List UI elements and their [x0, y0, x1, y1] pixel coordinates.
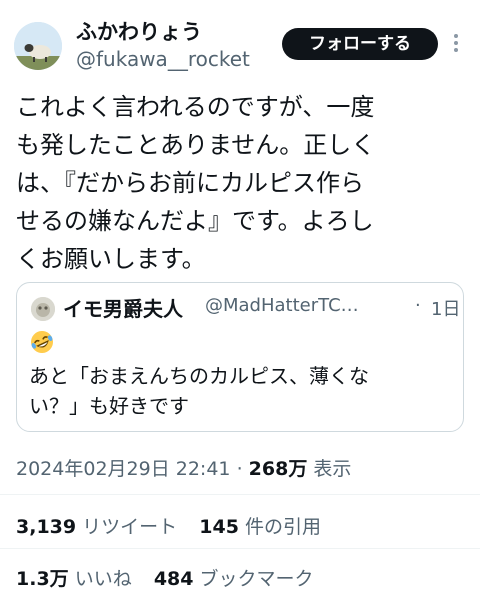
more-dot [454, 48, 458, 52]
quotes-count: 145 [199, 516, 239, 538]
retweets-stat[interactable]: 3,139 リツイート [16, 516, 183, 538]
quotes-stat[interactable]: 145 件の引用 [199, 516, 321, 538]
quote-timestamp[interactable]: 1日 [431, 295, 460, 321]
likes-stat[interactable]: 1.3万 いいね [16, 568, 138, 590]
tweet-timestamp[interactable]: 2024年02月29日 22:41 [16, 458, 231, 480]
quote-author-name[interactable]: イモ男爵夫人 [63, 293, 183, 322]
follow-button[interactable]: フォローする [282, 28, 438, 60]
more-vertical-icon[interactable] [452, 34, 460, 54]
tweet-header: ふかわりょう @fukawa__rocket フォローする [0, 0, 480, 80]
likes-count: 1.3万 [16, 568, 69, 590]
likes-label: いいね [74, 568, 132, 590]
divider [0, 548, 480, 549]
quote-avatar-icon [31, 297, 55, 321]
author-display-name[interactable]: ふかわりょう [76, 16, 202, 46]
author-avatar[interactable] [14, 22, 62, 70]
more-dot [454, 34, 458, 38]
likes-bookmarks-row: 1.3万 いいね 484 ブックマーク [16, 564, 314, 591]
divider [0, 494, 480, 495]
quote-text-line: い？」も好きです [29, 394, 189, 418]
quoted-tweet-card[interactable]: イモ男爵夫人 @MadHatterTC… · 1日 あと「おまえんちのカルピス、… [16, 282, 464, 432]
quote-author-avatar[interactable] [31, 297, 55, 321]
tweet-meta: 2024年02月29日 22:41 · 268万 表示 [16, 454, 351, 481]
more-dot [454, 41, 458, 45]
quotes-label: 件の引用 [244, 516, 321, 538]
quote-author-handle[interactable]: @MadHatterTC… [205, 295, 359, 316]
retweets-label: リツイート [82, 516, 178, 538]
quote-text: あと「おまえんちのカルピス、薄くな い？」も好きです [29, 361, 459, 421]
views-count: 268万 [248, 458, 308, 480]
quote-separator: · [415, 295, 421, 316]
views-label: 表示 [313, 458, 352, 480]
bookmarks-label: ブックマーク [199, 568, 314, 590]
meta-separator: · [236, 458, 243, 480]
bookmarks-stat[interactable]: 484 ブックマーク [154, 568, 314, 590]
tweet-text-line: も発したことありません。正しく [16, 131, 376, 159]
tweet-text: これよく言われるのですが、一度 も発したことありません。正しく は、『だからお前… [16, 88, 466, 278]
quote-text-line: あと「おまえんちのカルピス、薄くな [29, 364, 369, 388]
rolling-laughing-emoji-icon [29, 329, 55, 355]
tweet-text-line: は、『だからお前にカルピス作ら [16, 169, 364, 197]
bookmarks-count: 484 [153, 568, 194, 590]
tweet-text-line: これよく言われるのですが、一度 [16, 93, 375, 121]
engagement-stats-row: 3,139 リツイート 145 件の引用 [16, 512, 321, 539]
sheep-avatar-icon [14, 22, 62, 70]
tweet-text-line: くお願いします。 [16, 245, 206, 273]
tweet-text-line: せるの嫌なんだよ』です。よろし [16, 207, 374, 235]
retweets-count: 3,139 [16, 516, 77, 538]
author-handle[interactable]: @fukawa__rocket [76, 47, 250, 71]
